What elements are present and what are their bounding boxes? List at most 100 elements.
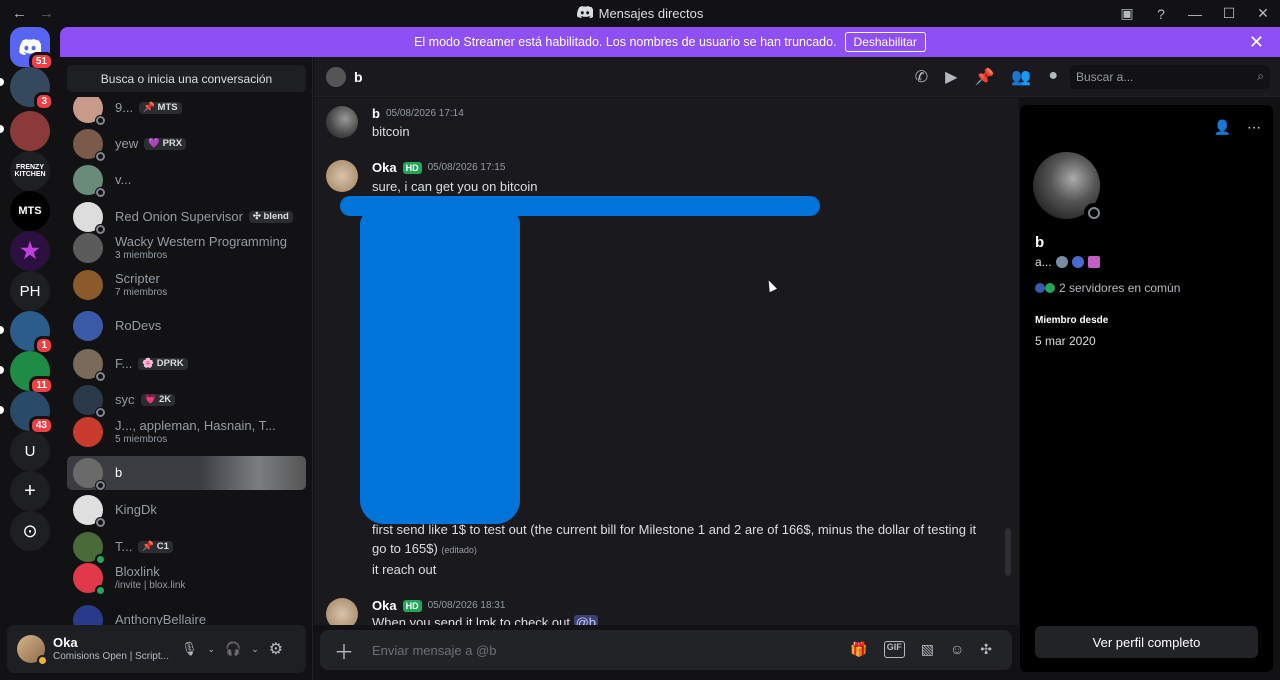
video-call-icon[interactable]: ▶ <box>945 67 957 87</box>
title-bar: ← → Mensajes directos ▣ ? — ☐ ✕ <box>0 0 1280 27</box>
dm-item[interactable]: syc 💗 2K <box>67 383 306 418</box>
message-timestamp: 05/08/2026 18:31 <box>427 600 506 611</box>
server-icon[interactable]: U <box>10 431 50 471</box>
guild-tag: 🌸 DPRK <box>138 357 188 371</box>
attach-plus-icon[interactable]: ＋ <box>334 636 354 665</box>
maximize-button[interactable]: ☐ <box>1212 0 1246 27</box>
message-author[interactable]: b <box>372 106 380 121</box>
server-icon[interactable]: 43 <box>10 391 54 435</box>
server-icon[interactable]: 3 <box>10 67 54 111</box>
message-composer[interactable]: ＋ Enviar mensaje a @b 🎁 GIF ▧ ☺ ✣ <box>320 630 1012 670</box>
help-icon[interactable]: ? <box>1144 0 1178 27</box>
close-icon[interactable]: ✕ <box>1249 32 1264 53</box>
user-mention[interactable]: @b <box>573 615 599 625</box>
profile-avatar[interactable] <box>1033 152 1104 223</box>
emoji-icon[interactable]: ☺ <box>950 641 964 658</box>
avatar <box>73 605 103 627</box>
dm-item[interactable]: Scripter 7 miembros <box>67 268 306 302</box>
message-input-placeholder[interactable]: Enviar mensaje a @b <box>372 643 496 658</box>
avatar[interactable] <box>326 598 358 625</box>
dm-item-name: Wacky Western Programming <box>115 234 287 250</box>
dm-item[interactable]: AnthonyBellaire <box>67 603 306 627</box>
avatar <box>73 563 106 596</box>
inbox-icon[interactable]: ▣ <box>1110 0 1144 27</box>
dm-item-name-row: syc 💗 2K <box>115 392 176 407</box>
add-friends-icon[interactable]: 👥 <box>1011 67 1031 87</box>
mutual-servers[interactable]: 2 servidores en común <box>1035 281 1180 295</box>
back-button[interactable]: ← <box>12 5 27 22</box>
status-indicator <box>95 151 106 162</box>
more-options-icon[interactable]: ⋯ <box>1247 119 1261 136</box>
mutual-servers-text: 2 servidores en común <box>1059 281 1181 295</box>
dm-item[interactable]: T... 📌 C1 <box>67 530 306 565</box>
server-icon[interactable]: MTS <box>10 191 50 231</box>
dm-item[interactable]: b <box>67 456 306 491</box>
avatar[interactable] <box>326 106 358 138</box>
dm-item[interactable]: F... 🌸 DPRK <box>67 347 306 382</box>
dm-item[interactable]: 9... 📌 MTS <box>67 97 306 126</box>
direct-messages-home[interactable]: 51 <box>10 27 54 71</box>
search-input[interactable]: Buscar a... ⌕ <box>1070 65 1270 89</box>
forward-button[interactable]: → <box>39 5 54 22</box>
avatar[interactable] <box>17 635 48 666</box>
add-friend-icon[interactable]: 👤 <box>1214 119 1231 136</box>
chevron-down-icon[interactable]: ⌄ <box>208 644 216 655</box>
window-title-text: Mensajes directos <box>598 6 704 21</box>
gift-badge-icon[interactable] <box>1087 256 1100 268</box>
badge-icon[interactable] <box>1055 256 1068 268</box>
dm-item[interactable]: yew 💜 PRX <box>67 127 306 162</box>
add-server-icon[interactable]: + <box>10 471 50 511</box>
message-author[interactable]: Oka <box>372 160 397 175</box>
server-icon[interactable]: ★ <box>10 231 50 271</box>
unread-pill <box>0 78 4 86</box>
server-icon[interactable]: 11 <box>10 351 54 395</box>
microphone-icon[interactable]: 🎙 <box>181 641 198 657</box>
dm-item-name-row: T... 📌 C1 <box>115 539 173 554</box>
gift-icon[interactable]: 🎁 <box>850 641 867 658</box>
server-icon[interactable]: FRENZY KITCHEN <box>10 151 50 191</box>
guild-tag: 💗 2K <box>140 393 176 407</box>
pin-icon[interactable]: 📌 <box>974 67 994 87</box>
close-window-button[interactable]: ✕ <box>1246 0 1280 27</box>
user-profile-icon[interactable]: ● <box>1048 67 1058 87</box>
message-text-line: When you send it lmk to check out <box>372 615 570 625</box>
sticker-icon[interactable]: ▧ <box>921 641 934 658</box>
headphones-icon[interactable]: 🎧 <box>225 641 241 657</box>
chevron-down-icon[interactable]: ⌄ <box>251 644 259 655</box>
dm-item[interactable]: Bloxlink/invite | blox.link <box>67 561 306 596</box>
message-author[interactable]: Oka <box>372 598 397 613</box>
dm-item-name: Bloxlink <box>115 564 160 580</box>
apps-icon[interactable]: ✣ <box>980 641 992 658</box>
nav-buttons: ← → <box>0 5 54 22</box>
unread-badge: 3 <box>34 92 54 111</box>
server-icon[interactable]: 1 <box>10 311 54 355</box>
badge-icon[interactable] <box>1071 256 1084 268</box>
voice-call-icon[interactable]: ✆ <box>915 67 928 87</box>
dm-item[interactable]: v... <box>67 163 306 198</box>
user-info[interactable]: Oka Comisions Open | Script... <box>53 635 171 664</box>
minimize-button[interactable]: — <box>1178 0 1212 27</box>
view-full-profile-button[interactable]: Ver perfil completo <box>1035 626 1258 658</box>
server-icon[interactable] <box>10 111 50 151</box>
disable-streamer-button[interactable]: Deshabilitar <box>844 32 926 52</box>
dm-item-name: b <box>115 464 123 480</box>
avatar[interactable] <box>326 160 358 192</box>
dm-item-info: b <box>115 464 123 480</box>
dm-item-name-row: 9... 📌 MTS <box>115 100 182 115</box>
composer-toolbar: 🎁 GIF ▧ ☺ ✣ <box>850 641 992 658</box>
dm-item[interactable]: Red Onion Supervisor ✣ blend <box>67 200 306 235</box>
dm-item[interactable]: Wacky Western Programming 3 miembros <box>67 231 306 265</box>
discover-icon[interactable]: ⊙ <box>10 511 50 551</box>
dm-item[interactable]: RoDevs <box>67 309 306 343</box>
chat-title[interactable]: b <box>354 69 363 85</box>
scrollbar-thumb[interactable] <box>1005 528 1011 576</box>
dm-item[interactable]: J..., appleman, Hasnain, T... 5 miembros <box>67 415 306 449</box>
gif-icon[interactable]: GIF <box>883 641 905 658</box>
gear-icon[interactable]: ⚙ <box>269 639 283 659</box>
server-icon[interactable]: PH <box>10 271 50 311</box>
dm-search-button[interactable]: Busca o inicia una conversación <box>67 65 306 92</box>
dm-item[interactable]: KingDk <box>67 493 306 528</box>
search-icon: ⌕ <box>1257 69 1264 83</box>
dm-item-name-row: yew 💜 PRX <box>115 136 187 151</box>
message-text: bitcoin <box>372 124 410 139</box>
